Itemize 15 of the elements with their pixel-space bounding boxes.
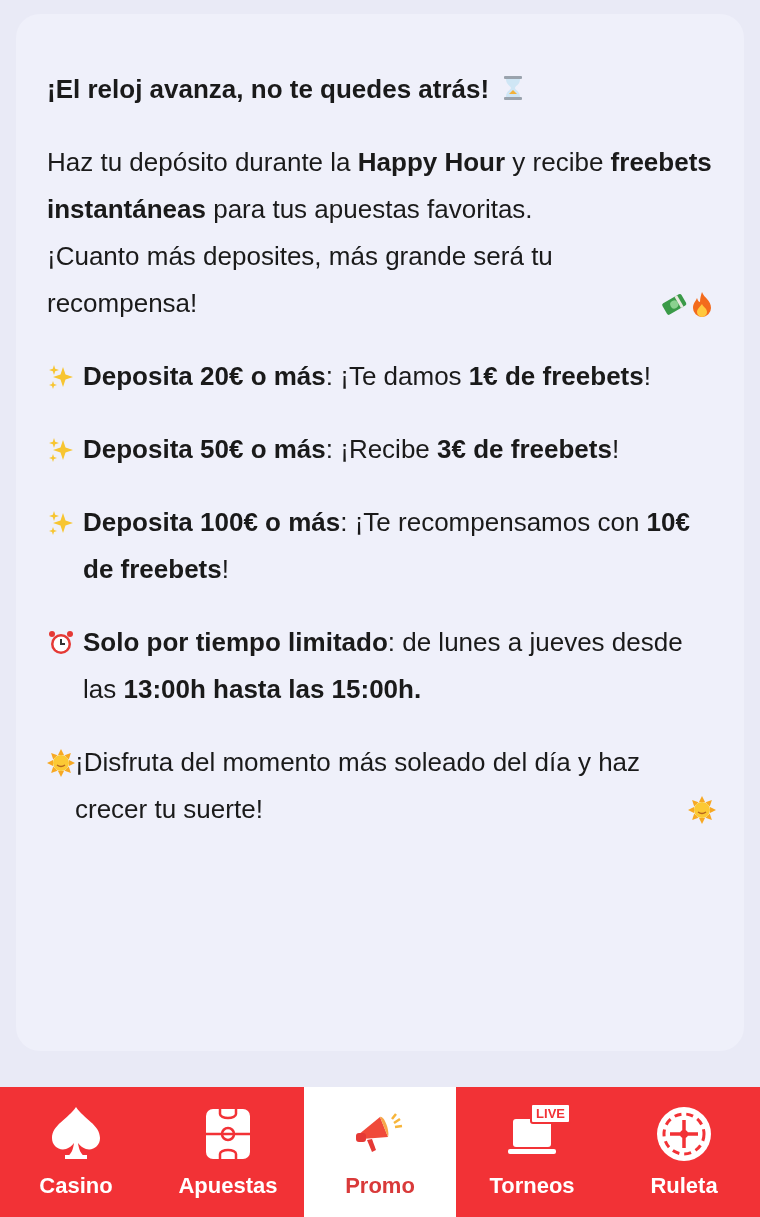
nav-tab[interactable]: Promo: [304, 1087, 456, 1217]
paragraph-text: ¡Cuanto más deposites, más grande será tu recompensa!: [47, 240, 554, 320]
field-icon: [205, 1108, 251, 1160]
sun-icon: [688, 795, 716, 824]
paragraph-text: Solo por tiempo limitado: de lunes a jueves desde las 13:00h hasta las 15:00h.: [83, 626, 684, 706]
live-badge: LIVE: [530, 1103, 571, 1124]
heading-text: ¡El reloj avanza, no te quedes atrás!: [47, 74, 490, 104]
sun-icon: [47, 748, 75, 777]
paragraph-text: Deposita 100€ o más: ¡Te recompensamos con 10€ de freebets!: [83, 506, 691, 586]
paragraph-text: Haz tu depósito durante la Happy Hour y recibe freebets instantáneas para tus apuestas favoritas.: [47, 146, 713, 226]
alarm-clock-icon: [47, 628, 75, 657]
roulette-icon: [656, 1106, 712, 1162]
paragraph-text: ¡Disfruta del momento más soleado del día y haz crecer tu suerte!: [75, 746, 642, 826]
paragraph-text: Deposita 50€ o más: ¡Recibe 3€ de freebets!: [83, 433, 620, 466]
paragraph-text: Deposita 20€ o más: ¡Te damos 1€ de freebets!: [83, 360, 651, 393]
